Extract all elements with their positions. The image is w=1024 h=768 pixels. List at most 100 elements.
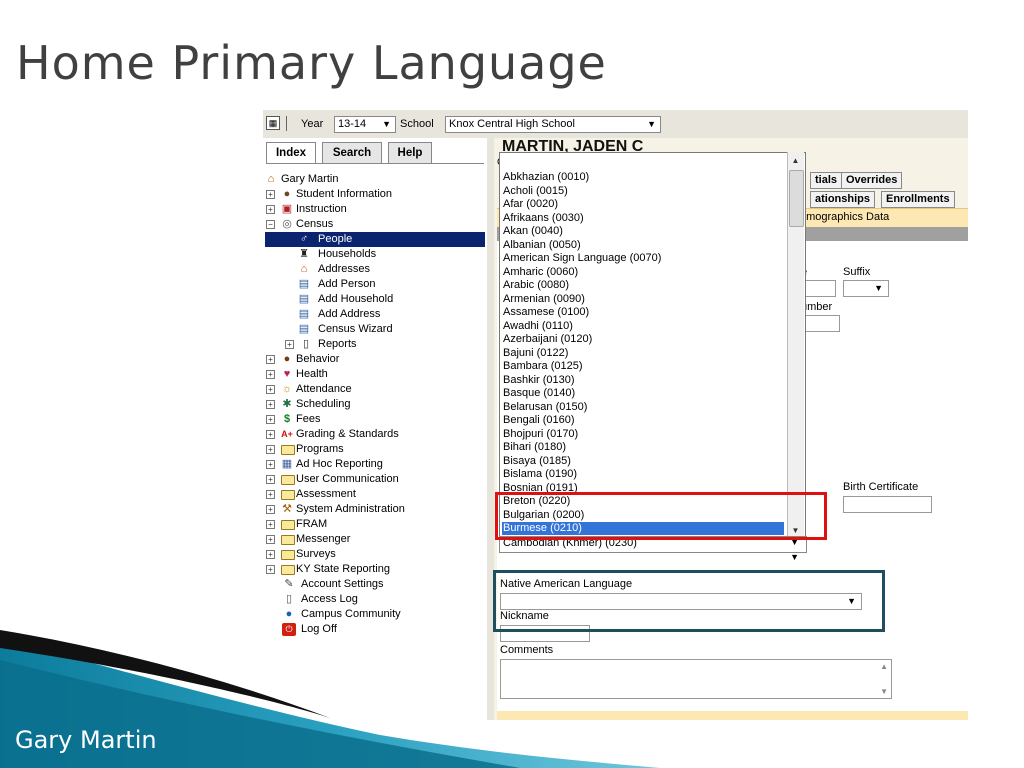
- tree-item-people[interactable]: ♂ People: [265, 232, 485, 247]
- expand-icon[interactable]: +: [266, 400, 275, 409]
- language-option[interactable]: Afrikaans (0030): [503, 212, 584, 225]
- language-dropdown[interactable]: Abkhazian (0010) Acholi (0015) Afar (0020)…: [499, 152, 806, 548]
- expand-icon[interactable]: +: [266, 505, 275, 514]
- language-option[interactable]: Assamese (0100): [503, 306, 589, 319]
- tree-item-behavior[interactable]: + ● Behavior: [263, 352, 487, 367]
- language-option[interactable]: American Sign Language (0070): [503, 252, 661, 265]
- language-option[interactable]: Armenian (0090): [503, 293, 585, 306]
- scheduling-icon: ✱: [282, 398, 292, 410]
- expand-icon[interactable]: +: [266, 190, 275, 199]
- tree-item-scheduling[interactable]: + ✱ Scheduling: [263, 397, 487, 412]
- school-select[interactable]: Knox Central High School ▼: [445, 116, 661, 133]
- folder-icon: [281, 445, 295, 455]
- expand-icon[interactable]: +: [266, 535, 275, 544]
- tree-item-attendance[interactable]: + ☼ Attendance: [263, 382, 487, 397]
- expand-icon[interactable]: +: [266, 385, 275, 394]
- expand-icon[interactable]: +: [266, 520, 275, 529]
- language-option[interactable]: Bisaya (0185): [503, 455, 571, 468]
- behavior-icon: ●: [283, 353, 291, 365]
- name-field[interactable]: [801, 280, 836, 297]
- language-option[interactable]: Bhojpuri (0170): [503, 428, 578, 441]
- tree-item-addresses[interactable]: ⌂ Addresses: [263, 262, 487, 277]
- tab-strip-line: [266, 163, 484, 164]
- tree-item-user-communication[interactable]: + User Communication: [263, 472, 487, 487]
- tree-item-grading-standards[interactable]: + A+ Grading & Standards: [263, 427, 487, 442]
- language-option[interactable]: Bajuni (0122): [503, 347, 568, 360]
- highlight-box-red: [495, 492, 827, 540]
- scroll-down-icon[interactable]: ▼: [880, 687, 888, 696]
- expand-icon[interactable]: +: [266, 460, 275, 469]
- tree-item-households[interactable]: ♜ Households: [263, 247, 487, 262]
- tab-overrides[interactable]: Overrides: [841, 172, 903, 189]
- tree-item-census[interactable]: − ◎ Census: [263, 217, 487, 232]
- expand-icon[interactable]: +: [266, 565, 275, 574]
- language-option[interactable]: Amharic (0060): [503, 266, 578, 279]
- tree-item-census-wizard[interactable]: ▤ Census Wizard: [263, 322, 487, 337]
- tree-item-add-address[interactable]: ▤ Add Address: [263, 307, 487, 322]
- tree-item-system-administration[interactable]: + ⚒ System Administration: [263, 502, 487, 517]
- expand-icon[interactable]: +: [266, 475, 275, 484]
- birth-certificate-field[interactable]: [843, 496, 932, 513]
- tab-help[interactable]: Help: [388, 142, 432, 164]
- number-field[interactable]: [801, 315, 840, 332]
- tab-index[interactable]: Index: [266, 142, 316, 164]
- expand-icon[interactable]: +: [266, 550, 275, 559]
- tree-item-fram[interactable]: + FRAM: [263, 517, 487, 532]
- scrollbar-thumb[interactable]: [789, 170, 804, 227]
- language-option[interactable]: Bambara (0125): [503, 360, 583, 373]
- tab-enrollments[interactable]: Enrollments: [881, 191, 955, 208]
- tree-item-instruction[interactable]: + ▣ Instruction: [263, 202, 487, 217]
- tree-item-fees[interactable]: + $ Fees: [263, 412, 487, 427]
- tree-item-account-settings[interactable]: ✎ Account Settings: [263, 577, 487, 592]
- language-option[interactable]: Bislama (0190): [503, 468, 577, 481]
- language-option[interactable]: Albanian (0050): [503, 239, 581, 252]
- language-option[interactable]: Afar (0020): [503, 198, 558, 211]
- scroll-up-icon[interactable]: ▲: [880, 662, 888, 671]
- tree-item-label: Ad Hoc Reporting: [296, 458, 383, 470]
- expand-icon[interactable]: +: [266, 415, 275, 424]
- language-option[interactable]: Awadhi (0110): [503, 320, 573, 333]
- scroll-up-icon[interactable]: ▲: [788, 153, 803, 168]
- language-option[interactable]: Azerbaijani (0120): [503, 333, 592, 346]
- tree-item-add-person[interactable]: ▤ Add Person: [263, 277, 487, 292]
- dropdown-scrollbar[interactable]: ▲ ▼: [787, 152, 804, 539]
- expand-icon[interactable]: +: [266, 490, 275, 499]
- expand-icon[interactable]: +: [266, 370, 275, 379]
- tree-item-reports[interactable]: + ▯ Reports: [263, 337, 487, 352]
- language-option[interactable]: Bihari (0180): [503, 441, 566, 454]
- expand-icon[interactable]: +: [266, 430, 275, 439]
- tree-item-programs[interactable]: + Programs: [263, 442, 487, 457]
- tree-item-label: Gary Martin: [281, 173, 339, 185]
- expand-icon[interactable]: +: [266, 205, 275, 214]
- suffix-select[interactable]: ▼: [843, 280, 889, 297]
- tree-item-ad-hoc-reporting[interactable]: + ▦ Ad Hoc Reporting: [263, 457, 487, 472]
- tree-item-health[interactable]: + ♥ Health: [263, 367, 487, 382]
- language-option[interactable]: Bengali (0160): [503, 414, 575, 427]
- language-option[interactable]: Abkhazian (0010): [503, 171, 589, 184]
- language-option[interactable]: Bashkir (0130): [503, 374, 575, 387]
- language-option[interactable]: Arabic (0080): [503, 279, 569, 292]
- tree-item-gary-martin[interactable]: ⌂ Gary Martin: [263, 172, 487, 187]
- language-option[interactable]: Basque (0140): [503, 387, 575, 400]
- tab-search[interactable]: Search: [322, 142, 382, 164]
- expand-icon[interactable]: +: [285, 340, 294, 349]
- tree-item-messenger[interactable]: + Messenger: [263, 532, 487, 547]
- adhoc-icon: ▦: [281, 458, 293, 470]
- tree-item-surveys[interactable]: + Surveys: [263, 547, 487, 562]
- tree-item-assessment[interactable]: + Assessment: [263, 487, 487, 502]
- tree-item-add-household[interactable]: ▤ Add Household: [263, 292, 487, 307]
- language-option[interactable]: Akan (0040): [503, 225, 563, 238]
- tab-credentials[interactable]: tials: [810, 172, 843, 189]
- home-primary-language-select[interactable]: Cambodian (Khmer) (0230) ▼ ▼: [499, 536, 807, 572]
- year-select[interactable]: 13-14 ▼: [334, 116, 396, 133]
- tree-item-ky-state-reporting[interactable]: + KY State Reporting: [263, 562, 487, 577]
- language-option[interactable]: Acholi (0015): [503, 185, 568, 198]
- expand-icon[interactable]: +: [266, 355, 275, 364]
- expand-icon[interactable]: +: [266, 445, 275, 454]
- collapse-icon[interactable]: −: [266, 220, 275, 229]
- tree-item-student-information[interactable]: + ● Student Information: [263, 187, 487, 202]
- school-label: School: [400, 118, 434, 130]
- tab-relationships[interactable]: ationships: [810, 191, 876, 208]
- language-option[interactable]: Belarusan (0150): [503, 401, 587, 414]
- grid-icon[interactable]: ▦: [266, 116, 280, 130]
